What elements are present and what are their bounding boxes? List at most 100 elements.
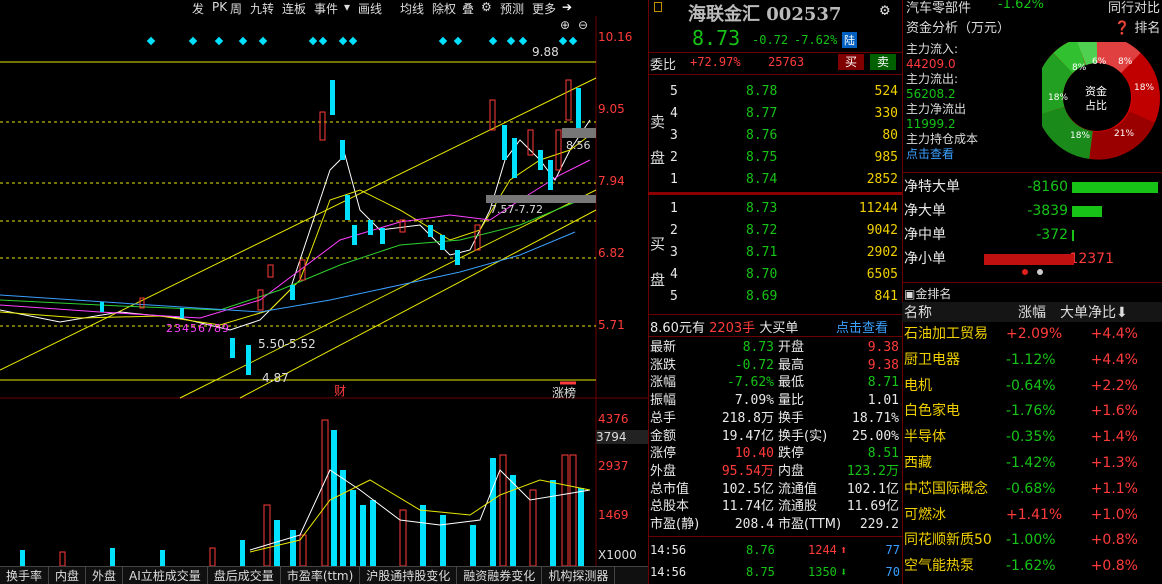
indicator-tabs: 换手率 内盘 外盘 AI立桩成交量 盘后成交量 市盈率(ttm) 沪股通持股变化 融资融券变化… — [0, 566, 648, 584]
tab-indicator[interactable]: 盘后成交量 — [208, 567, 281, 584]
donut-center-label: 资金 — [1085, 84, 1107, 98]
stat-row: 总股本 11.74亿 流通股 11.69亿 — [650, 499, 899, 515]
big-order-link[interactable]: 点击查看 — [836, 317, 888, 336]
stat-row: 振幅 7.09% 量比 1.01 — [650, 393, 899, 409]
sector-row[interactable]: 可燃冰 +1.41% +1.0% — [902, 503, 1162, 528]
donut-center-label: 占比 — [1085, 98, 1107, 112]
sell-button[interactable]: 卖 — [870, 54, 896, 70]
svg-text:18%: 18% — [1048, 93, 1068, 103]
sector-row[interactable]: 石油加工贸易 +2.09% +4.4% — [902, 322, 1162, 347]
ask-level[interactable]: 4 8.77 330 — [648, 104, 902, 124]
ask-level[interactable]: 5 8.78 524 — [648, 82, 902, 102]
svg-text:6%: 6% — [1092, 57, 1107, 67]
sector-row[interactable]: 空气能热泵 -1.62% +0.8% — [902, 554, 1162, 579]
big-order-volume: 2203手 — [709, 321, 756, 336]
svg-text:18%: 18% — [1134, 83, 1154, 93]
hold-cost-link[interactable]: 点击查看 — [906, 147, 978, 162]
limit-up-marker[interactable]: 涨榜 — [552, 384, 576, 401]
svg-text:8%: 8% — [1072, 63, 1087, 73]
vol-label: 1469 — [598, 508, 629, 522]
col-name[interactable]: 名称 — [904, 302, 932, 322]
weicha-value: 25763 — [768, 55, 805, 69]
tab-indicator[interactable]: 沪股通持股变化 — [360, 567, 458, 584]
sector-row[interactable]: 半导体 -0.35% +1.4% — [902, 425, 1162, 450]
vol-unit: X1000 — [598, 548, 637, 562]
high-marker: 9.88 — [532, 45, 559, 59]
main-flow-info: 主力流入: 44209.0 主力流出: 56208.2 主力净流出 11999.2 主… — [906, 42, 979, 162]
sector-row[interactable]: 同花顺新质50 -1.00% +0.8% — [902, 528, 1162, 553]
price-label: 5.71 — [598, 318, 625, 332]
kline-svg — [0, 16, 648, 566]
sequence-counter: 23456789 — [166, 322, 230, 335]
big-order-type: 大买单 — [759, 321, 799, 336]
price-change: -0.72 — [752, 33, 789, 47]
price-label: 6.82 — [598, 246, 625, 260]
low-marker: 4.87 — [262, 371, 289, 385]
gear-icon[interactable]: ⚙ — [880, 0, 890, 19]
current-price-box — [562, 128, 596, 138]
tab-indicator[interactable]: 融资融券变化 — [457, 567, 543, 584]
price-label: 7.94 — [598, 174, 625, 188]
sector-pct: -1.62% — [998, 0, 1044, 12]
vol-label: 4376 — [598, 412, 629, 426]
peer-compare-tab[interactable]: 同行对比 — [1108, 0, 1160, 16]
flow-bar — [1072, 182, 1158, 193]
bid-level[interactable]: 3 8.71 2902 — [648, 243, 902, 263]
ask-level[interactable]: 3 8.76 80 — [648, 126, 902, 146]
ask-level[interactable]: 1 8.74 2852 — [648, 170, 902, 190]
fund-flow-panel: 汽车零部件 -1.62% 同行对比 资金分析（万元） ❓ 排名 主力流入: 442… — [902, 0, 1162, 584]
page-dot[interactable] — [1037, 269, 1043, 275]
tab-indicator[interactable]: 市盈率(ttm) — [281, 567, 361, 584]
sector-name[interactable]: 汽车零部件 — [906, 0, 971, 16]
weibi-value: +72.97% — [690, 55, 741, 69]
sector-row[interactable]: 白色家电 -1.76% +1.6% — [902, 399, 1162, 424]
current-annotation: 8.56 — [566, 139, 591, 152]
channel-lower2 — [239, 209, 597, 399]
vol-label: 2937 — [598, 459, 629, 473]
page-dot[interactable] — [1022, 269, 1028, 275]
price-pct: -7.62% — [794, 33, 838, 47]
rank-header: 名称 涨幅 大单净比⬇ — [902, 302, 1162, 322]
stat-row: 外盘 95.54万 内盘 123.2万 — [650, 463, 899, 479]
col-big[interactable]: 大单净比⬇ — [1060, 302, 1128, 322]
last-price: 8.73 — [692, 26, 741, 50]
price-label: 9.05 — [598, 102, 625, 116]
rank-tab[interactable]: ❓ 排名 — [1114, 17, 1160, 36]
tab-indicator[interactable]: 换手率 — [0, 567, 50, 584]
range-annotation-low: 5.50-5.52 — [258, 337, 316, 351]
sector-row[interactable]: 中芯国际概念 -0.68% +1.1% — [902, 477, 1162, 502]
net-flow-row: 净特大单 -8160 — [902, 176, 1162, 198]
stat-row: 涨停 10.40 跌停 8.51 — [650, 446, 899, 462]
buy-button[interactable]: 买 — [838, 54, 864, 70]
sector-row[interactable]: 西藏 -1.42% +1.3% — [902, 451, 1162, 476]
stat-row: 涨幅 -7.62% 最低 8.71 — [650, 375, 899, 391]
tab-indicator[interactable]: 机构探测器 — [542, 567, 616, 584]
flow-bar — [1072, 206, 1102, 217]
net-flow-row: 净小单 12371 — [904, 251, 1114, 267]
bid-level[interactable]: 1 8.73 11244 — [648, 199, 902, 219]
bid-level[interactable]: 4 8.70 6505 — [648, 265, 902, 285]
rank-title: ▣金排名 — [904, 287, 952, 301]
sector-row[interactable]: 电机 -0.64% +2.2% — [902, 374, 1162, 399]
finance-marker[interactable]: 财 — [334, 382, 346, 399]
kline-chart-panel[interactable]: 发 PK 周 九转 连板 事件 ▾ 画线 均线 除权 叠 ⚙ 预测 更多 ➔ ⊕… — [0, 0, 648, 566]
ask-level[interactable]: 2 8.75 985 — [648, 148, 902, 168]
bid-level[interactable]: 2 8.72 9042 — [648, 221, 902, 241]
bid-level[interactable]: 5 8.69 841 — [648, 287, 902, 307]
col-pct[interactable]: 涨幅 — [1018, 302, 1046, 322]
stat-row: 金额 19.47亿 换手(实) 25.00% — [650, 428, 899, 444]
favorite-icon[interactable] — [654, 2, 662, 12]
stat-row: 总手 218.8万 换手 18.71% — [650, 410, 899, 426]
tick-row: 14:56 8.75 1350 ⬇ 70 — [650, 565, 900, 579]
tab-indicator[interactable]: 内盘 — [49, 567, 87, 584]
svg-text:8%: 8% — [1118, 57, 1133, 67]
tab-indicator[interactable]: AI立桩成交量 — [123, 567, 208, 584]
big-order-price: 8.60元有 — [650, 321, 705, 336]
sector-row[interactable]: 厨卫电器 -1.12% +4.4% — [902, 348, 1162, 373]
weibi-label: 委比 — [650, 58, 677, 73]
fund-donut: 资金 占比 8% 18% 21% 18% 18% 8% 6% — [1042, 42, 1160, 160]
flow-bar — [1072, 230, 1074, 241]
tick-row: 14:56 8.76 1244 ⬆ 77 — [650, 543, 900, 557]
svg-text:21%: 21% — [1114, 129, 1134, 139]
tab-indicator[interactable]: 外盘 — [86, 567, 124, 584]
